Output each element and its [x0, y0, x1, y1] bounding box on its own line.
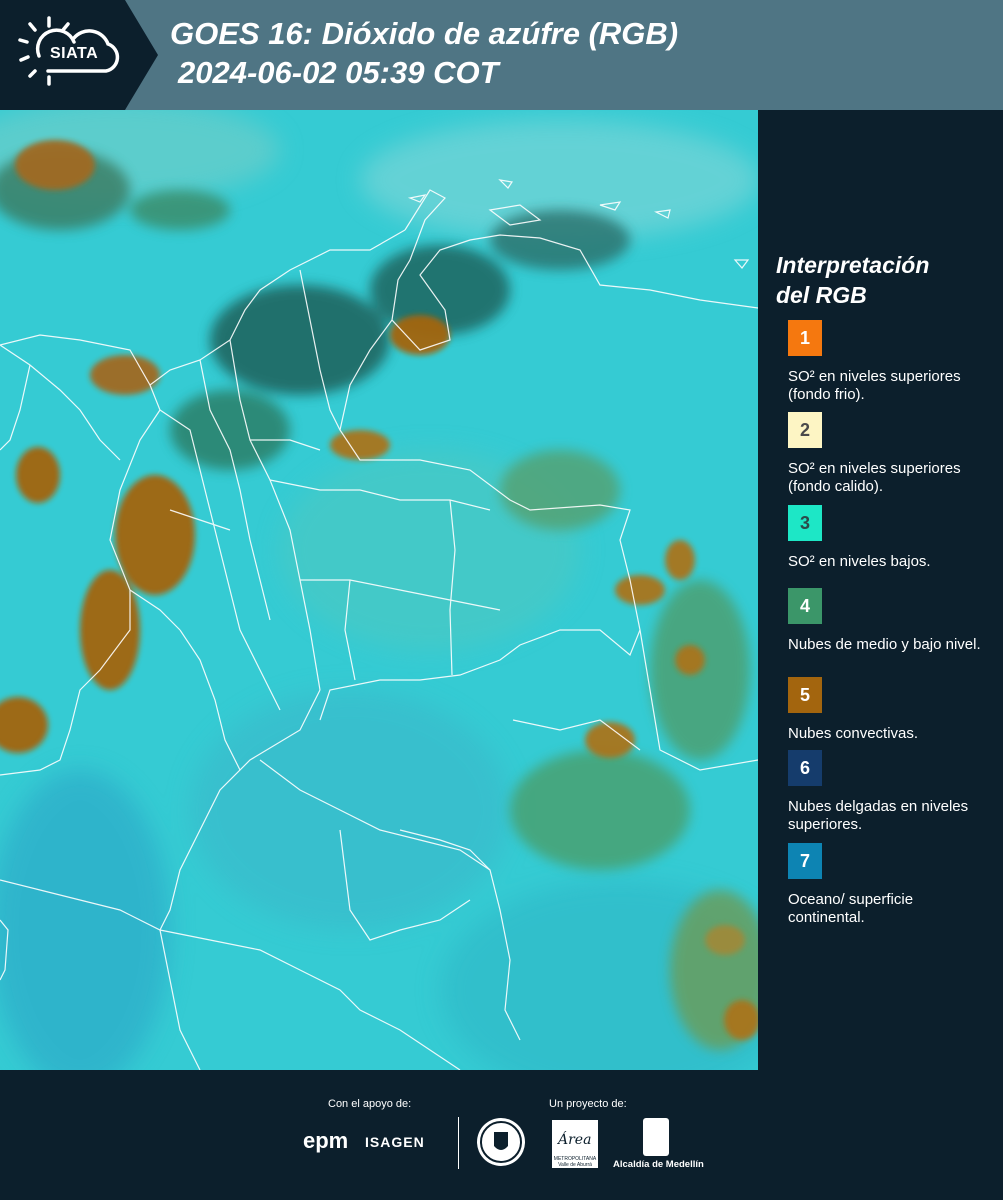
- legend-title: Interpretación del RGB: [776, 250, 991, 310]
- alcaldia-building-icon: [643, 1118, 669, 1156]
- legend-item-label: SO² en niveles bajos.: [788, 553, 931, 570]
- legend-item: 4 Nubes de medio y bajo nivel.: [788, 588, 988, 654]
- isagen-logo: ISAGEN: [365, 1134, 425, 1150]
- satellite-map[interactable]: [0, 110, 758, 1070]
- legend-title-line1: Interpretación: [776, 252, 930, 278]
- siata-logo: SIATA: [0, 0, 158, 110]
- satellite-image: [0, 110, 758, 1070]
- legend-swatch: 1: [788, 320, 822, 356]
- header-band: SIATA GOES 16: Dióxido de azúfre (RGB) 2…: [0, 0, 1003, 110]
- legend-item-label: Nubes delgadas en niveles superiores.: [788, 798, 969, 833]
- legend-swatch: 2: [788, 412, 822, 448]
- alcaldia-logo-text: Alcaldía de Medellín: [613, 1159, 704, 1170]
- timestamp-title: 2024-06-02 05:39 COT: [178, 55, 499, 90]
- legend-item: 6 Nubes delgadas en niveles superiores.: [788, 750, 988, 834]
- epm-logo: epm: [303, 1128, 349, 1153]
- page-title: GOES 16: Dióxido de azúfre (RGB): [170, 16, 679, 51]
- legend-swatch: 6: [788, 750, 822, 786]
- legend-item: 5 Nubes convectivas.: [788, 677, 988, 743]
- project-label: Un proyecto de:: [549, 1098, 627, 1110]
- legend-swatch: 3: [788, 505, 822, 541]
- legend-item-label: Nubes de medio y bajo nivel.: [788, 636, 981, 653]
- footer-divider: [458, 1117, 459, 1169]
- legend-swatch: 4: [788, 588, 822, 624]
- legend-swatch: 7: [788, 843, 822, 879]
- legend-item: 7 Oceano/ superficie continental.: [788, 843, 988, 927]
- support-label: Con el apoyo de:: [328, 1098, 412, 1110]
- siata-logo-text: SIATA: [50, 45, 99, 62]
- medellin-seal-icon: [477, 1118, 525, 1166]
- legend-item: 3 SO² en niveles bajos.: [788, 505, 988, 571]
- area-metropolitana-caption: METROPOLITANA Valle de Aburrá: [553, 1156, 597, 1168]
- legend-panel: Interpretación del RGB: [776, 250, 991, 320]
- legend-item: 1 SO² en niveles superiores (fondo frio).: [788, 320, 988, 404]
- legend-item-label: Oceano/ superficie continental.: [788, 891, 914, 926]
- legend-item-label: SO² en niveles superiores (fondo calido)…: [788, 460, 961, 495]
- svg-text:Área: Área: [556, 1130, 591, 1148]
- legend-item: 2 SO² en niveles superiores (fondo calido…: [788, 412, 988, 496]
- footer: Con el apoyo de: Un proyecto de: epm ISA…: [0, 1070, 1003, 1200]
- legend-swatch: 5: [788, 677, 822, 713]
- legend-item-label: SO² en niveles superiores (fondo frio).: [788, 368, 961, 403]
- legend-title-line2: del RGB: [776, 282, 867, 308]
- legend-item-label: Nubes convectivas.: [788, 725, 919, 742]
